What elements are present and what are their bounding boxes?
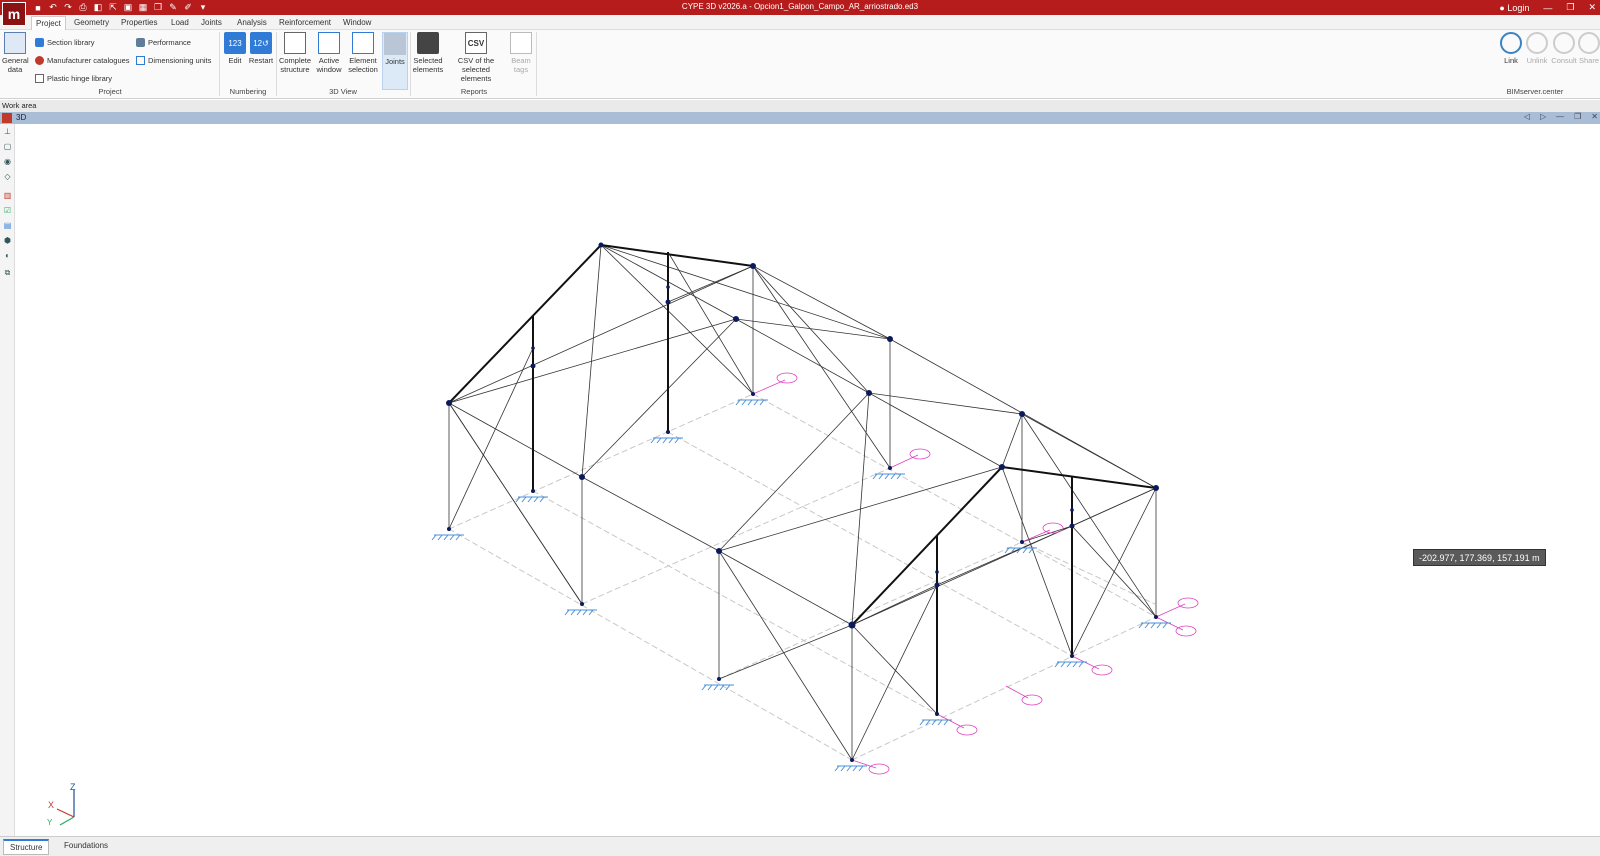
view-controls: ◁ ▷ — ❐ ✕ [1524,112,1598,121]
plastic-hinge-library-button[interactable]: Plastic hinge library [35,72,112,84]
tab-joints[interactable]: Joints [197,16,226,30]
tab-reinforcement[interactable]: Reinforcement [275,16,335,30]
element-selection-button[interactable]: Element selection [346,32,380,74]
share-button[interactable]: Share [1578,32,1600,65]
thin-members [448,244,1157,761]
window-controls: ● Login — ❐ ✕ [1499,0,1596,15]
catalogue-icon [35,55,44,65]
view-minimize-icon[interactable]: — [1556,112,1564,121]
link-icon [1500,32,1522,54]
y-axis-label: Y [47,818,53,827]
consult-icon [1553,32,1575,54]
coordinate-tooltip: -202.977, 177.369, 157.191 m [1413,549,1546,566]
dimensioning-units-button[interactable]: Dimensioning units [136,54,211,66]
tab-properties[interactable]: Properties [117,16,161,30]
tab-foundations[interactable]: Foundations [58,839,114,855]
view-title: 3D [16,113,27,122]
consult-button[interactable]: Consult [1550,32,1578,65]
tab-structure[interactable]: Structure [3,839,50,855]
restart-numbering-button[interactable]: 12↺ Restart [248,32,274,65]
view-restore-icon[interactable]: ❐ [1574,112,1581,121]
group-project-label: Project [98,87,122,96]
view-close-icon[interactable]: ✕ [1591,112,1598,121]
csv-icon: CSV [465,32,487,54]
unlink-icon [1526,32,1548,54]
gridline-labels [752,372,1199,775]
maximize-icon[interactable]: ❐ [1566,2,1574,13]
performance-button[interactable]: Performance [136,36,191,48]
cube-icon [284,32,306,54]
separator [410,32,411,96]
layers-tool-icon[interactable]: ⧉ [2,267,13,278]
tab-load[interactable]: Load [167,16,193,30]
separator [276,32,277,96]
check-tool-icon[interactable]: ☑ [2,205,13,216]
panel-tool-icon[interactable]: ▥ [2,190,13,201]
grid-lines [448,393,1157,761]
group-3dview-label: 3D View [329,87,357,96]
active-window-button[interactable]: Active window [314,32,344,74]
eye-tool-icon[interactable]: ◉ [2,156,13,167]
printer-icon [417,32,439,54]
minimize-icon[interactable]: — [1543,3,1552,13]
next-view-icon[interactable]: ▷ [1540,112,1546,121]
joints-view-button[interactable]: Joints [382,32,408,90]
performance-icon [136,37,145,47]
window-title: CYPE 3D v2026.a - Opcion1_Galpon_Campo_A… [681,2,919,11]
complete-structure-button[interactable]: Complete structure [278,32,312,74]
login-button[interactable]: ● Login [1499,3,1529,13]
left-tool-strip: ⊥ ▢ ◉ ◇ ▥ ☑ ▤ ⬢ ◐ ⧉ [0,124,15,836]
units-icon [136,55,145,65]
tab-geometry[interactable]: Geometry [70,16,113,30]
visibility-tool-icon[interactable]: ◐ [2,250,13,261]
beam-tags-button[interactable]: Beam tags [508,32,534,74]
manufacturer-catalogues-button[interactable]: Manufacturer catalogues [35,54,130,66]
numbering-edit-icon: 123 [224,32,246,54]
work-area-label: Work area [0,100,1600,112]
section-library-icon [35,37,44,47]
x-axis-label: X [48,800,55,810]
view-title-bar: 3D ◁ ▷ — ❐ ✕ [0,112,1600,124]
plane-tool-icon[interactable]: ◇ [2,171,13,182]
tab-project[interactable]: Project [31,16,66,30]
structure-drawing [56,242,1199,826]
view-3d-icon [2,113,12,123]
unlink-button[interactable]: Unlink [1524,32,1550,65]
prev-view-icon[interactable]: ◁ [1524,112,1530,121]
axis-tool-icon[interactable]: ⊥ [2,126,13,137]
csv-selected-elements-button[interactable]: CSV CSV of the selected elements [446,32,506,83]
edit-numbering-button[interactable]: 123 Edit [223,32,247,65]
axis-triad [56,790,75,826]
selected-elements-report-button[interactable]: Selected elements [412,32,444,74]
z-axis-label: Z [70,782,76,792]
numbering-restart-icon: 12↺ [250,32,272,54]
close-icon[interactable]: ✕ [1588,2,1596,13]
bottom-tab-bar: Structure Foundations [0,836,1600,856]
section-library-button[interactable]: Section library [35,36,95,48]
tab-window[interactable]: Window [339,16,375,30]
beam-tags-icon [510,32,532,54]
tab-analysis[interactable]: Analysis [233,16,271,30]
app-logo[interactable]: m [2,2,26,26]
separator [536,32,537,96]
solid-tool-icon[interactable]: ⬢ [2,235,13,246]
cube-tool-icon[interactable]: ▢ [2,141,13,152]
share-icon [1578,32,1600,54]
group-bimserver-label: BIMserver.center [1506,87,1564,96]
title-bar: ■ ↶ ↷ ⎙ ◧ ⇱ ▣ ▦ ❐ ✎ ✐ ▾ CYPE 3D v2026.a … [0,0,1600,15]
group-reports-label: Reports [460,87,488,96]
menu-bar: Project Geometry Properties Load Joints … [0,15,1600,42]
list-tool-icon[interactable]: ▤ [2,220,13,231]
selection-cube-icon [352,32,374,54]
separator [219,32,220,96]
3d-viewport[interactable]: Z X Y -202.977, 177.369, 157.191 m [15,124,1600,836]
link-button[interactable]: Link [1500,32,1522,65]
window-cube-icon [318,32,340,54]
general-data-icon [4,32,26,54]
group-numbering-label: Numbering [229,87,267,96]
joints-icon [384,33,406,55]
hinge-library-icon [35,73,44,83]
general-data-button[interactable]: General data [2,32,29,74]
ribbon: General data Section library Manufacture… [0,30,1600,99]
